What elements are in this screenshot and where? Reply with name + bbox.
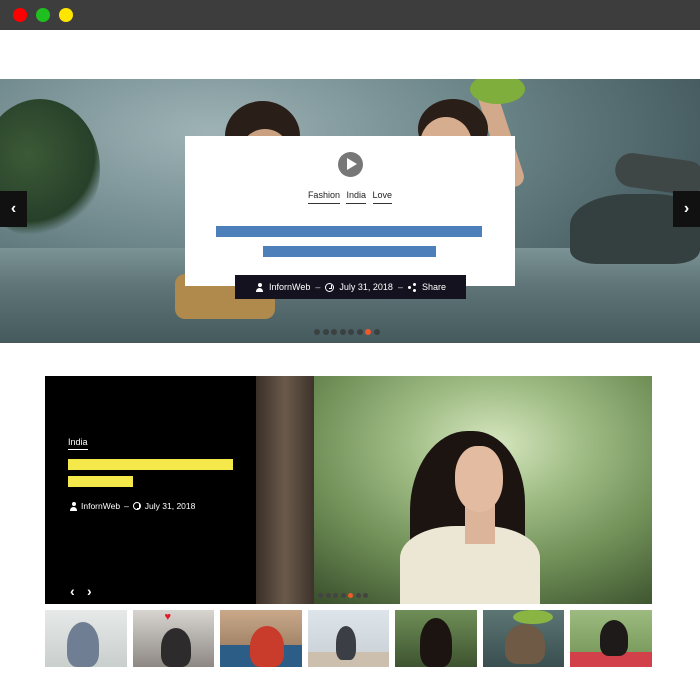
thumb-figure [504,624,545,664]
thumbnail-strip: ♥ [45,610,652,667]
feature-photo-tree-trunk [256,376,314,604]
feature-photo-face [455,446,503,512]
close-window-button[interactable] [13,8,27,22]
thumbnail-kids-in-rain[interactable] [482,610,564,667]
feature-pagination-dot[interactable] [363,593,368,598]
feature-post-meta: InfornWeb – July 31, 2018 [69,501,195,511]
hero-pagination-dots [314,329,380,335]
hero-author[interactable]: InfornWeb [269,282,310,292]
hero-pagination-dot[interactable] [322,329,329,335]
thumbnail-woman-on-blanket[interactable] [570,610,652,667]
category-link-fashion[interactable]: Fashion [307,190,340,204]
thumb-figure [600,620,628,656]
feature-author[interactable]: InfornWeb [81,501,120,511]
thumb-figure [250,626,284,667]
thumb-figure [335,626,356,660]
hero-post-card: Fashion India Love [185,136,515,286]
thumb-figure [420,618,452,667]
clock-icon [132,502,141,510]
hero-date: July 31, 2018 [339,282,393,292]
hero-pagination-dot[interactable] [356,329,363,335]
hero-prev-arrow[interactable]: ‹ [0,191,27,227]
meta-separator: – [397,282,403,292]
user-icon [255,282,264,292]
clock-icon [325,282,335,292]
maximize-window-button[interactable] [59,8,73,22]
hero-pagination-dot[interactable] [339,329,346,335]
user-icon [69,502,77,511]
feature-pagination-dot[interactable] [355,593,361,598]
feature-prev-arrow[interactable]: ‹ [70,583,75,599]
feature-date: July 31, 2018 [144,501,196,511]
hero-category-list: Fashion India Love [185,190,515,204]
thumbnail-woman-on-sofa[interactable] [220,610,302,667]
title-bar [0,0,700,30]
hero-next-arrow[interactable]: › [673,191,700,227]
hero-title-line-2[interactable] [263,246,436,257]
meta-separator: – [124,501,129,511]
feature-pagination-dot[interactable] [333,593,338,598]
thumbnail-family-at-beach[interactable] [307,610,389,667]
thumbnail-woman-on-couch[interactable] [45,610,127,667]
feature-pagination-dot[interactable] [318,593,323,598]
category-link-india[interactable]: India [346,190,367,204]
feature-pagination-dots [318,593,368,598]
hero-share-link[interactable]: Share [422,282,446,292]
play-icon[interactable] [338,152,363,177]
hero-pagination-dot[interactable] [331,329,337,335]
feature-title-line-1[interactable] [68,459,233,470]
feature-title-line-2[interactable] [68,476,133,487]
minimize-window-button[interactable] [36,8,50,22]
feature-pagination-dot[interactable] [340,593,346,598]
hero-title-line-1[interactable] [216,226,482,237]
feature-pagination-dot[interactable] [325,593,331,598]
thumbnail-woman-in-forest[interactable] [395,610,477,667]
hero-pagination-dot[interactable] [348,329,354,335]
thumbnail-couple-with-hearts[interactable]: ♥ [132,610,214,667]
hero-pagination-dot[interactable] [314,329,320,335]
heart-icon: ♥ [164,611,172,623]
feature-next-arrow[interactable]: › [87,583,92,599]
thumb-figure [160,628,191,667]
thumb-leaf [512,610,553,624]
share-icon[interactable] [407,283,417,292]
meta-separator: – [315,282,321,292]
thumb-figure [67,622,99,667]
hero-pagination-dot[interactable] [373,329,380,335]
hero-slider: ‹ › Fashion India Love InfornWeb – July … [0,79,700,343]
hero-pagination-dot[interactable] [365,329,371,335]
feature-category-link[interactable]: India [68,437,88,450]
hero-post-meta: InfornWeb – July 31, 2018 – Share [235,275,466,299]
browser-window: ‹ › Fashion India Love InfornWeb – July … [0,0,700,700]
category-link-love[interactable]: Love [372,190,393,204]
feature-slider: India InfornWeb – July 31, 2018 ‹ › [45,376,652,604]
feature-pagination-dot[interactable] [348,593,353,598]
